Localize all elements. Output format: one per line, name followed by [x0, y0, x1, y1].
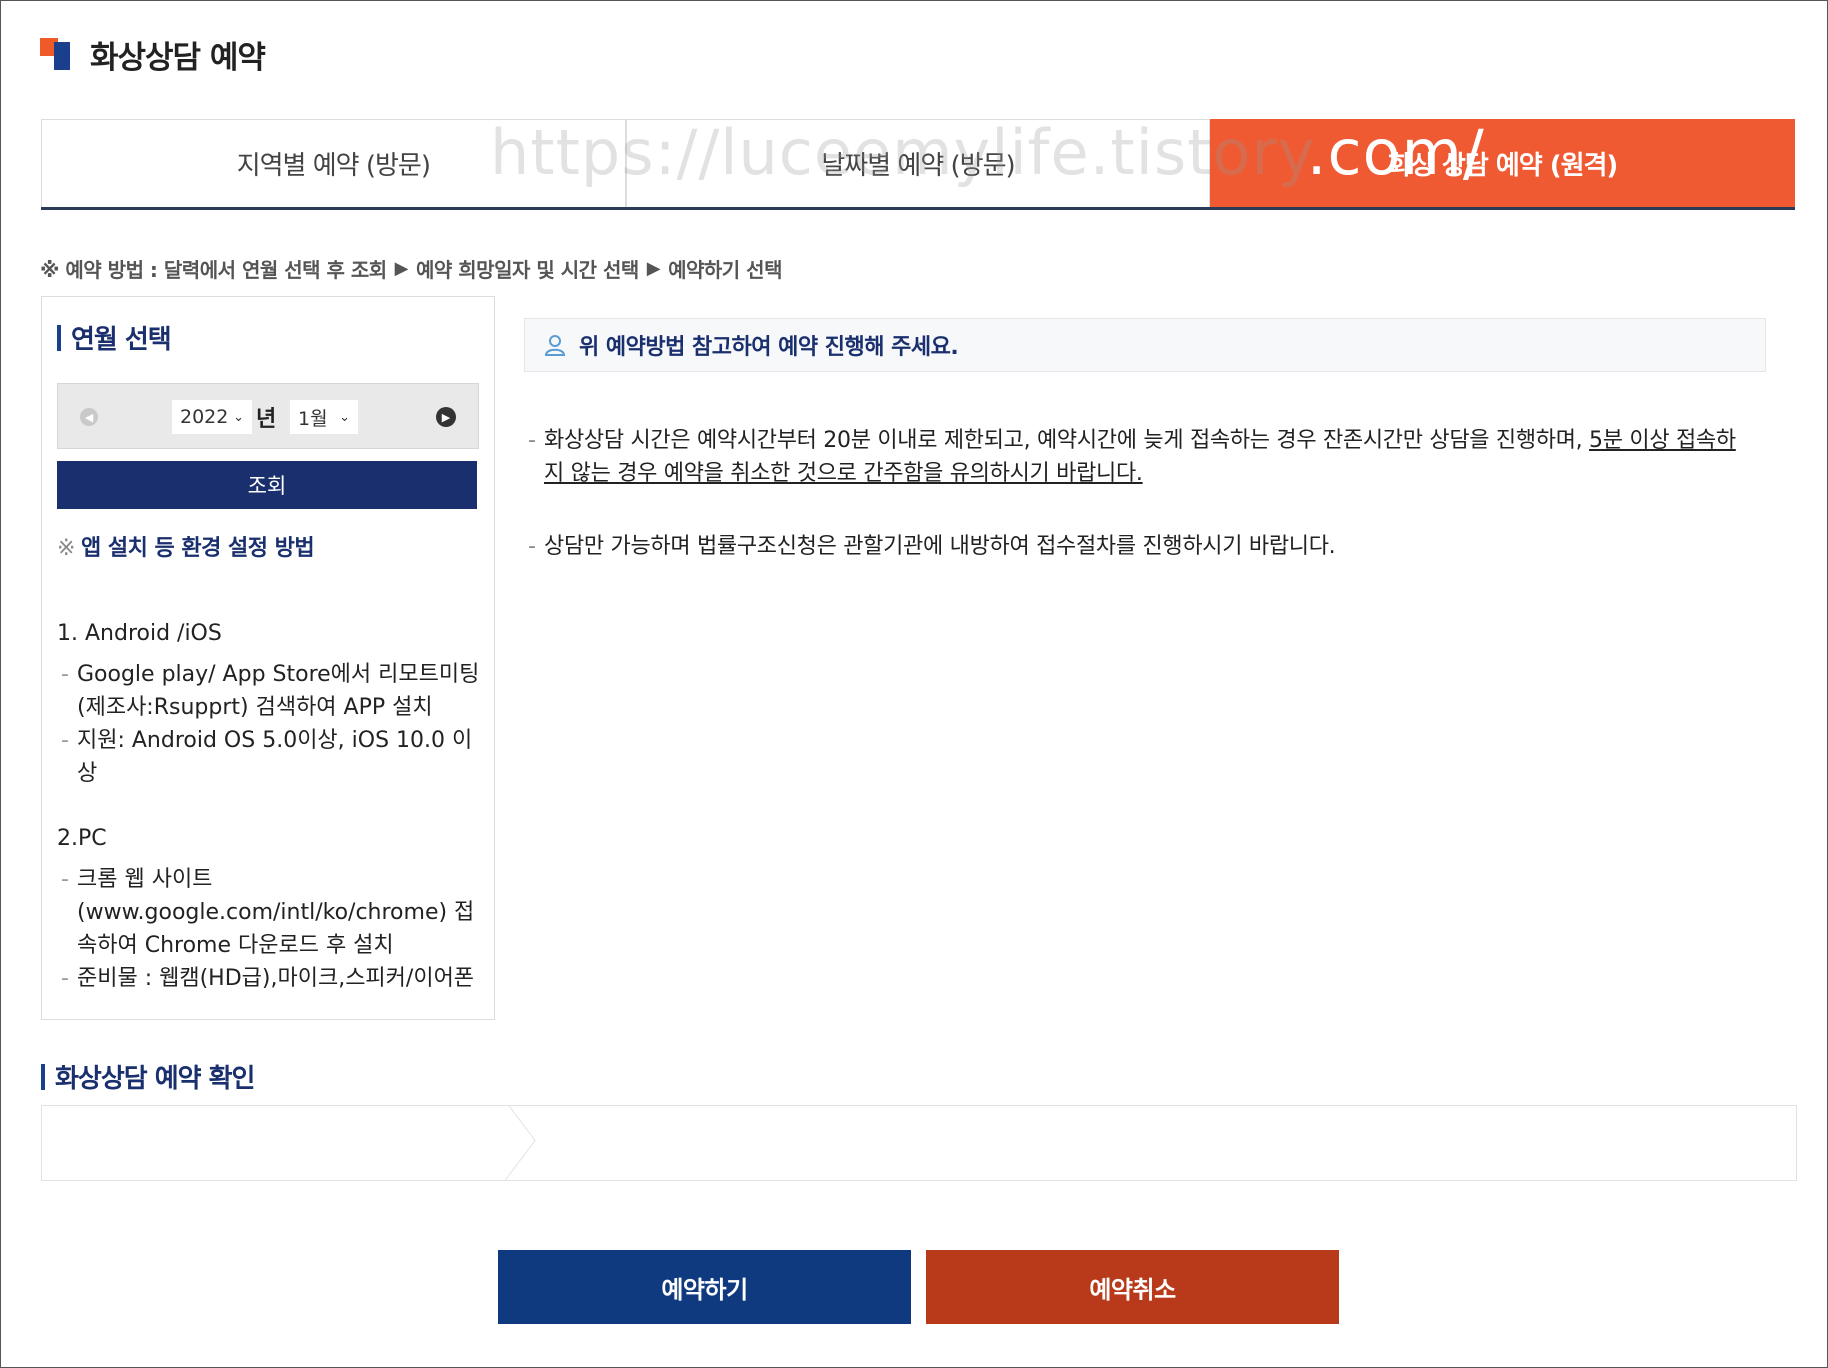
reservation-tabs: 지역별 예약 (방문) 날짜별 예약 (방문) 화상 상담 예약 (원격) [41, 119, 1796, 210]
heading-bar [57, 324, 61, 351]
tab-video-remote[interactable]: 화상 상담 예약 (원격) [1210, 119, 1796, 207]
list-item: Google play/ App Store에서 리모트미팅(제조사:Rsupp… [57, 658, 482, 724]
method-step2: 예약 희망일자 및 시간 선택 [416, 258, 639, 282]
confirm-box [41, 1105, 1797, 1181]
step-divider-icon [437, 1106, 536, 1180]
setup-guide: 1. Android /iOS Google play/ App Store에서… [57, 617, 482, 995]
mobile-heading: 1. Android /iOS [57, 621, 222, 646]
month-select-heading: 연월 선택 [57, 319, 172, 356]
year-value: 2022 [180, 406, 229, 428]
year-select[interactable]: 2022 ⌄ [172, 400, 252, 434]
next-month-icon[interactable]: ▶ [436, 407, 456, 427]
env-link-text: 앱 설치 등 환경 설정 방법 [80, 536, 315, 561]
list-item: 지원: Android OS 5.0이상, iOS 10.0 이상 [57, 724, 482, 790]
user-icon [544, 335, 566, 356]
env-mark: ※ [57, 536, 75, 561]
page-header: 화상상담 예약 [40, 32, 266, 76]
arrow-right-icon: ▶ [394, 258, 409, 279]
method-step3: 예약하기 선택 [668, 258, 782, 282]
reservation-method: ※ 예약 방법 : 달력에서 연월 선택 후 조회 ▶ 예약 희망일자 및 시간… [40, 254, 782, 283]
page-title: 화상상담 예약 [90, 39, 266, 76]
notice-text: 위 예약방법 참고하여 예약 진행해 주세요. [579, 335, 959, 360]
prev-month-icon[interactable]: ◀ [80, 408, 98, 426]
confirm-heading-text: 화상상담 예약 확인 [55, 1064, 255, 1094]
chevron-down-icon: ⌄ [339, 409, 350, 425]
title-logo-icon [40, 38, 72, 70]
heading-bar [41, 1063, 45, 1090]
list-item: 크롬 웹 사이트 (www.google.com/intl/ko/chrome)… [57, 863, 482, 962]
reserve-button[interactable]: 예약하기 [498, 1250, 911, 1324]
list-item: 준비물 : 웹캠(HD급),마이크,스피커/이어폰 [57, 962, 482, 995]
month-picker: ◀ 2022 ⌄ 년 1월 ⌄ ▶ [57, 383, 479, 449]
info-item1-text: 화상상담 시간은 예약시간부터 20분 이내로 제한되고, 예약시간에 늦게 접… [544, 428, 1590, 453]
month-select-heading-text: 연월 선택 [71, 325, 172, 355]
year-unit: 년 [256, 407, 277, 432]
chevron-down-icon: ⌄ [233, 409, 244, 425]
arrow-right-icon: ▶ [646, 258, 661, 279]
method-step1: ※ 예약 방법 : 달력에서 연월 선택 후 조회 [40, 258, 387, 282]
confirm-heading: 화상상담 예약 확인 [41, 1058, 255, 1095]
info-item: 화상상담 시간은 예약시간부터 20분 이내로 제한되고, 예약시간에 늦게 접… [524, 424, 1754, 490]
cancel-reservation-button[interactable]: 예약취소 [926, 1250, 1339, 1324]
notice-box: 위 예약방법 참고하여 예약 진행해 주세요. [524, 318, 1766, 372]
info-list: 화상상담 시간은 예약시간부터 20분 이내로 제한되고, 예약시간에 늦게 접… [524, 424, 1754, 563]
info-item: 상담만 가능하며 법률구조신청은 관할기관에 내방하여 접수절차를 진행하시기 … [524, 530, 1754, 563]
tab-date-visit[interactable]: 날짜별 예약 (방문) [625, 119, 1211, 207]
env-setup-link[interactable]: ※ 앱 설치 등 환경 설정 방법 [57, 530, 315, 562]
month-select-panel: 연월 선택 ◀ 2022 ⌄ 년 1월 ⌄ ▶ 조회 ※ 앱 설치 등 환경 설정 방… [41, 296, 495, 1020]
month-select[interactable]: 1월 ⌄ [290, 400, 358, 434]
month-value: 1월 [298, 407, 328, 430]
tab-region-visit[interactable]: 지역별 예약 (방문) [41, 119, 626, 207]
pc-heading: 2.PC [57, 826, 107, 851]
search-button[interactable]: 조회 [57, 461, 477, 509]
